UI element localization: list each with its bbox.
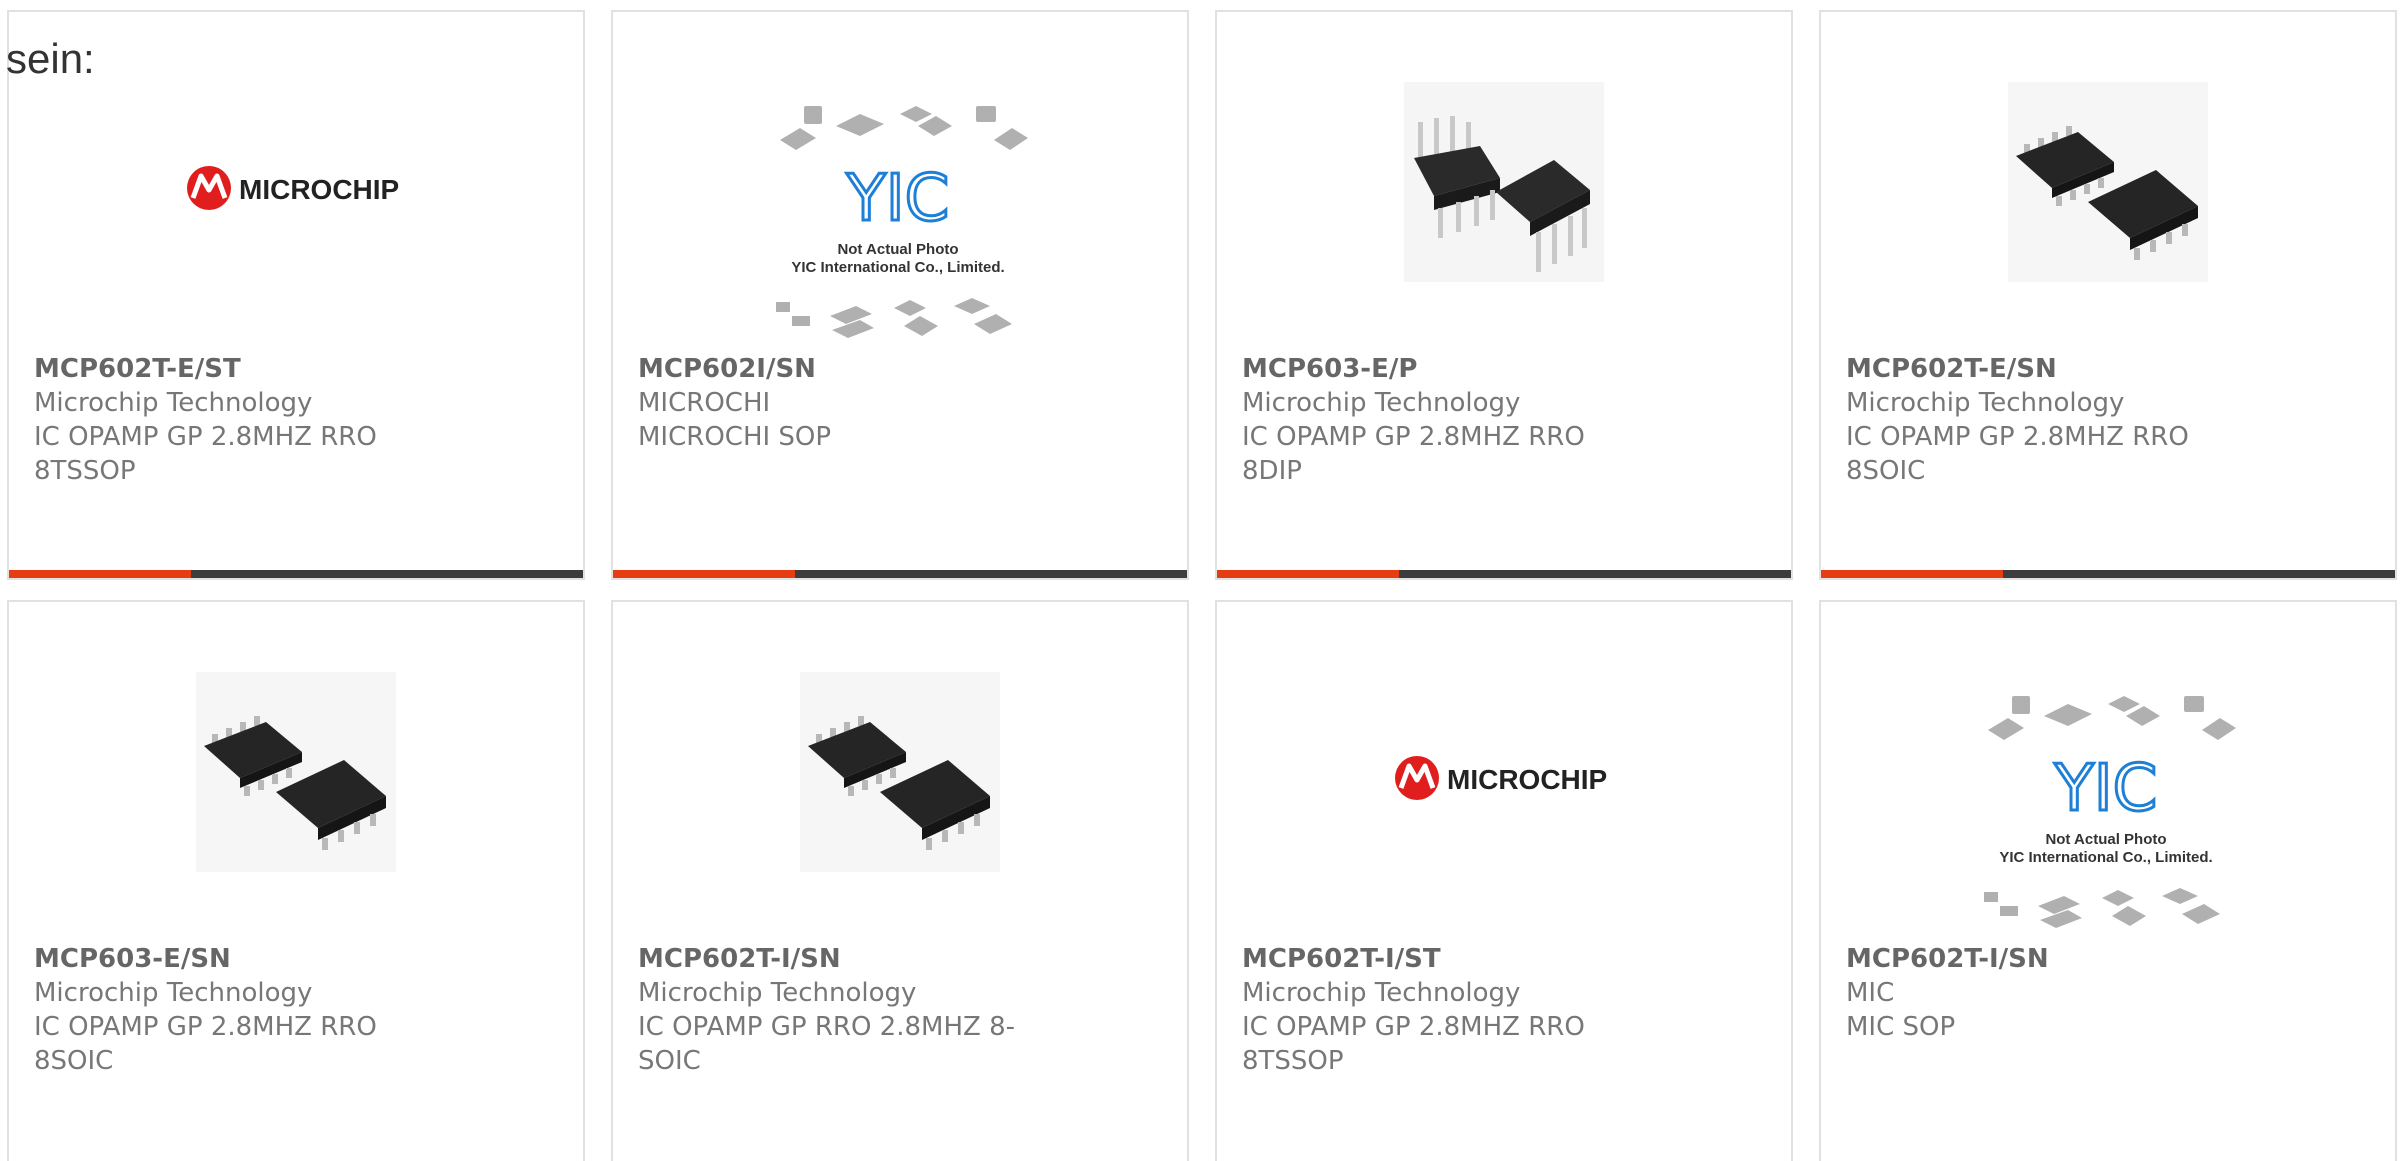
- product-card[interactable]: MICROCHIP MCP602T-I/ST Microchip Technol…: [1215, 600, 1793, 1161]
- dip-chip-photo-icon: [1404, 82, 1604, 282]
- microchip-logo-icon: MICROCHIP: [187, 166, 399, 210]
- manufacturer: Microchip Technology: [34, 978, 313, 1008]
- description: IC OPAMP GP 2.8MHZ RRO 8TSSOP: [1242, 1012, 1585, 1076]
- part-number-link[interactable]: MCP602T-E/SN: [1846, 352, 2245, 386]
- product-card[interactable]: MCP603-E/P Microchip Technology IC OPAMP…: [1215, 10, 1793, 580]
- product-grid-page: sein: MICROCHIP MCP602T-E/ST Microchip T…: [0, 0, 2400, 1161]
- part-number-link[interactable]: MCP603-E/P: [1242, 352, 1641, 386]
- product-card[interactable]: MCP602T-E/SN Microchip Technology IC OPA…: [1819, 10, 2397, 580]
- placeholder-image-icon: YIC Not Actual Photo YIC International C…: [776, 106, 1028, 338]
- card-accent-bar: [1217, 570, 1791, 578]
- microchip-wordmark: MICROCHIP: [239, 174, 399, 205]
- manufacturer: Microchip Technology: [1242, 978, 1521, 1008]
- manufacturer: MIC: [1846, 978, 1895, 1008]
- description: MIC SOP: [1846, 1012, 1956, 1042]
- part-number-link[interactable]: MCP602T-I/SN: [1846, 942, 2245, 976]
- part-number-link[interactable]: MCP602T-E/ST: [34, 352, 433, 386]
- part-number-link[interactable]: MCP602T-I/ST: [1242, 942, 1641, 976]
- product-card[interactable]: YIC Not Actual Photo YIC International C…: [1819, 600, 2397, 1161]
- accent-segment: [613, 570, 795, 578]
- product-info: MCP602T-I/ST Microchip Technology IC OPA…: [1242, 942, 1641, 1078]
- lead-text: sein:: [6, 35, 95, 82]
- manufacturer: MICROCHI: [638, 388, 771, 418]
- description: IC OPAMP GP RRO 2.8MHZ 8-SOIC: [638, 1012, 1016, 1076]
- description: IC OPAMP GP 2.8MHZ RRO 8SOIC: [34, 1012, 377, 1076]
- soic-chip-photo-icon: [2008, 82, 2208, 282]
- description: IC OPAMP GP 2.8MHZ RRO 8SOIC: [1846, 422, 2189, 486]
- product-info: MCP603-E/SN Microchip Technology IC OPAM…: [34, 942, 433, 1078]
- product-card[interactable]: MCP603-E/SN Microchip Technology IC OPAM…: [7, 600, 585, 1161]
- description: IC OPAMP GP 2.8MHZ RRO 8DIP: [1242, 422, 1585, 486]
- description: IC OPAMP GP 2.8MHZ RRO 8TSSOP: [34, 422, 377, 486]
- description: MICROCHI SOP: [638, 422, 832, 452]
- manufacturer: Microchip Technology: [1846, 388, 2125, 418]
- product-info: MCP602T-I/SN Microchip Technology IC OPA…: [638, 942, 1037, 1078]
- card-accent-bar: [613, 570, 1187, 578]
- placeholder-caption: Not Actual Photo: [2045, 831, 2166, 848]
- product-info: MCP602T-E/ST Microchip Technology IC OPA…: [34, 352, 433, 488]
- yic-logo: YIC: [846, 162, 950, 236]
- part-number-link[interactable]: MCP603-E/SN: [34, 942, 433, 976]
- manufacturer: Microchip Technology: [34, 388, 313, 418]
- accent-segment: [1821, 570, 2003, 578]
- accent-segment: [9, 570, 191, 578]
- placeholder-caption: Not Actual Photo: [837, 241, 958, 258]
- placeholder-image-icon: YIC Not Actual Photo YIC International C…: [1984, 696, 2236, 928]
- product-image[interactable]: MICROCHIP: [9, 72, 583, 352]
- microchip-logo-icon: MICROCHIP: [1395, 756, 1607, 800]
- product-image[interactable]: [613, 672, 1187, 952]
- product-card[interactable]: MCP602T-I/SN Microchip Technology IC OPA…: [611, 600, 1189, 1161]
- product-info: MCP603-E/P Microchip Technology IC OPAMP…: [1242, 352, 1641, 488]
- product-image[interactable]: YIC Not Actual Photo YIC International C…: [1821, 692, 2395, 972]
- product-image[interactable]: [1217, 82, 1791, 362]
- card-accent-bar: [9, 570, 583, 578]
- product-image[interactable]: [9, 672, 583, 952]
- microchip-wordmark: MICROCHIP: [1447, 764, 1607, 795]
- part-number-link[interactable]: MCP602I/SN: [638, 352, 1037, 386]
- soic-chip-photo-icon: [196, 672, 396, 872]
- part-number-link[interactable]: MCP602T-I/SN: [638, 942, 1037, 976]
- product-info: MCP602I/SN MICROCHI MICROCHI SOP: [638, 352, 1037, 454]
- product-info: MCP602T-I/SN MIC MIC SOP: [1846, 942, 2245, 1044]
- yic-logo: YIC: [2054, 752, 2158, 826]
- manufacturer: Microchip Technology: [638, 978, 917, 1008]
- product-image[interactable]: [1821, 82, 2395, 362]
- product-image[interactable]: MICROCHIP: [1217, 662, 1791, 942]
- placeholder-company: YIC International Co., Limited.: [1999, 849, 2212, 866]
- soic-chip-photo-icon: [800, 672, 1000, 872]
- product-card[interactable]: MICROCHIP MCP602T-E/ST Microchip Technol…: [7, 10, 585, 580]
- product-info: MCP602T-E/SN Microchip Technology IC OPA…: [1846, 352, 2245, 488]
- product-image[interactable]: YIC Not Actual Photo YIC International C…: [613, 102, 1187, 382]
- manufacturer: Microchip Technology: [1242, 388, 1521, 418]
- accent-segment: [1217, 570, 1399, 578]
- placeholder-company: YIC International Co., Limited.: [791, 259, 1004, 276]
- product-card[interactable]: YIC Not Actual Photo YIC International C…: [611, 10, 1189, 580]
- card-accent-bar: [1821, 570, 2395, 578]
